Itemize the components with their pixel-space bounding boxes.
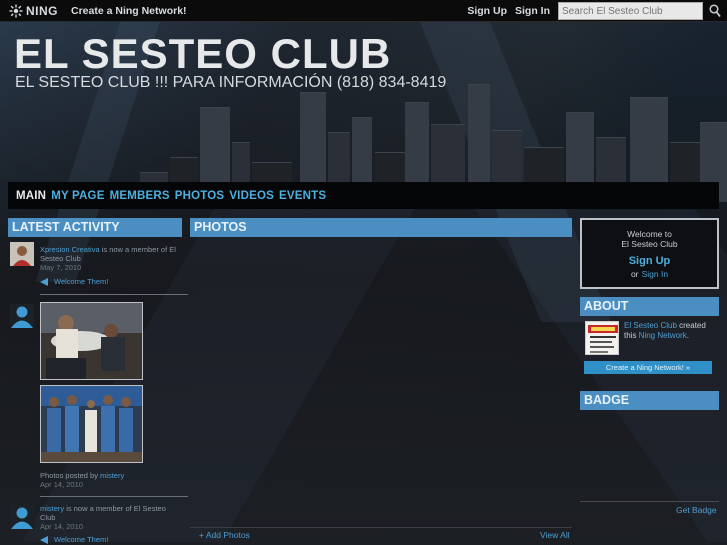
- nav-item-main[interactable]: MAIN: [16, 190, 46, 202]
- welcome-network-name: El Sesteo Club: [621, 239, 678, 249]
- welcome-text: Welcome to: [627, 229, 672, 239]
- add-photos-link[interactable]: + Add Photos: [199, 530, 250, 540]
- activity-user-link[interactable]: Xpresion Creativa: [40, 245, 100, 254]
- ning-logo[interactable]: NING: [9, 4, 58, 18]
- activity-separator: [40, 496, 188, 497]
- top-bar-actions: Sign Up Sign In: [467, 2, 721, 20]
- create-ning-network-link[interactable]: Create a Ning Network!: [71, 5, 187, 17]
- top-sign-up-link[interactable]: Sign Up: [467, 5, 507, 17]
- top-sign-in-link[interactable]: Sign In: [515, 5, 550, 17]
- welcome-sign-in-link[interactable]: Sign In: [642, 269, 668, 279]
- badge-divider: [580, 501, 719, 502]
- ning-logo-icon: [9, 4, 23, 17]
- megaphone-icon: [40, 535, 48, 544]
- activity-photo-2[interactable]: [40, 385, 143, 463]
- activity-user-link[interactable]: mistery: [40, 504, 64, 513]
- nav-item-events[interactable]: EVENTS: [279, 190, 326, 202]
- default-avatar-icon[interactable]: [10, 505, 34, 529]
- welcome-or-text: or: [630, 269, 639, 279]
- photos-divider: [190, 527, 572, 528]
- nav-item-videos[interactable]: VIDEOS: [229, 190, 274, 202]
- activity-text: mistery is now a member of El Sesteo Clu…: [40, 504, 166, 531]
- welcome-box: Welcome to El Sesteo Club Sign Up or Sig…: [580, 218, 719, 289]
- nav-item-members[interactable]: MEMBERS: [110, 190, 170, 202]
- network-creator-avatar[interactable]: [585, 321, 619, 355]
- member-avatar[interactable]: [10, 242, 34, 266]
- photos-heading[interactable]: PHOTOS: [190, 218, 572, 237]
- activity-date: Apr 14, 2010: [40, 522, 83, 531]
- nav-item-my-page[interactable]: MY PAGE: [51, 190, 104, 202]
- create-ning-network-button[interactable]: Create a Ning Network! »: [584, 361, 712, 374]
- nav-item-photos[interactable]: PHOTOS: [175, 190, 225, 202]
- activity-date: May 7, 2010: [40, 263, 82, 272]
- activity-separator: [40, 294, 188, 295]
- ning-top-bar: NING Create a Ning Network! Sign Up Sign…: [0, 0, 727, 22]
- welcome-sign-up-link[interactable]: Sign Up: [582, 255, 717, 267]
- site-title[interactable]: EL SESTEO CLUB: [14, 30, 391, 78]
- welcome-them-link[interactable]: Welcome Them!: [40, 277, 108, 286]
- site-subtitle: EL SESTEO CLUB !!! PARA INFORMACIÓN (818…: [15, 74, 447, 91]
- ning-network-link[interactable]: Ning Network: [639, 331, 687, 340]
- about-text: El Sesteo Club created this Ning Network…: [624, 321, 706, 340]
- activity-user-link[interactable]: mistery: [100, 471, 124, 480]
- activity-text: Xpresion Creativa is now a member of El …: [40, 245, 176, 272]
- default-avatar-icon[interactable]: [10, 304, 34, 328]
- main-navigation: MAIN MY PAGE MEMBERS PHOTOS VIDEOS EVENT…: [8, 182, 719, 209]
- view-all-photos-link[interactable]: View All: [540, 530, 570, 540]
- search-icon[interactable]: [709, 4, 721, 18]
- latest-activity-heading: LATEST ACTIVITY: [8, 218, 182, 237]
- activity-date: Apr 14, 2010: [40, 480, 83, 489]
- activity-photo-1[interactable]: [40, 302, 143, 380]
- welcome-them-link[interactable]: Welcome Them!: [40, 535, 108, 544]
- megaphone-icon: [40, 277, 48, 286]
- get-badge-link[interactable]: Get Badge: [676, 505, 717, 515]
- photos-posted-text: Photos posted by mistery Apr 14, 2010: [40, 471, 125, 489]
- badge-heading: BADGE: [580, 391, 719, 410]
- about-creator-link[interactable]: El Sesteo Club: [624, 321, 677, 330]
- about-heading: ABOUT: [580, 297, 719, 316]
- search-input[interactable]: [558, 2, 703, 20]
- ning-logo-text: NING: [26, 3, 58, 18]
